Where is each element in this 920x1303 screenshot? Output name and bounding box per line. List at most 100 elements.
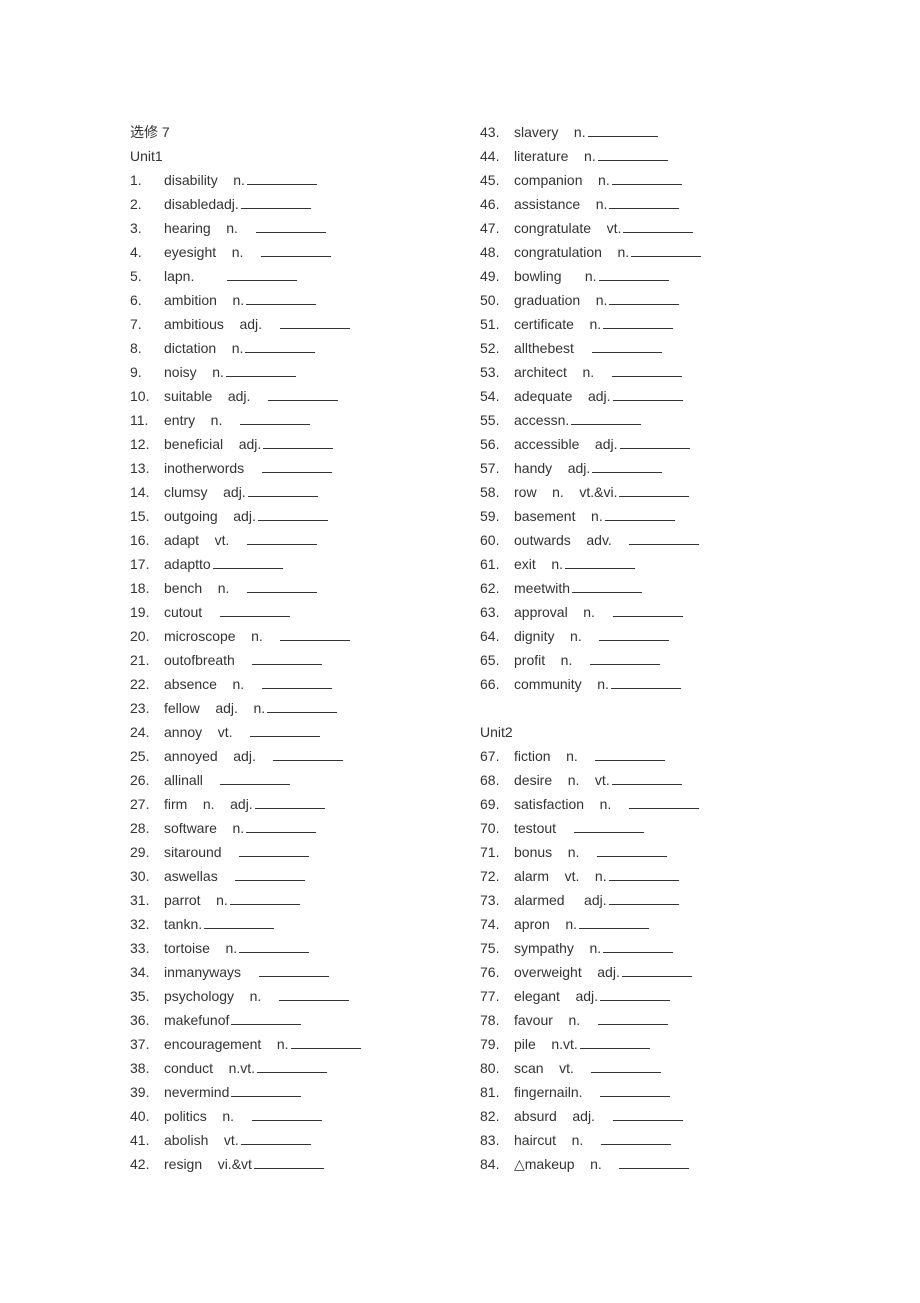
item-number: 35. bbox=[130, 984, 164, 1008]
answer-blank[interactable] bbox=[598, 147, 668, 161]
answer-blank[interactable] bbox=[612, 771, 682, 785]
answer-blank[interactable] bbox=[565, 555, 635, 569]
answer-blank[interactable] bbox=[240, 411, 310, 425]
answer-blank[interactable] bbox=[213, 555, 283, 569]
answer-blank[interactable] bbox=[235, 867, 305, 881]
answer-blank[interactable] bbox=[591, 1059, 661, 1073]
vocab-item: 5.lapn. bbox=[130, 264, 440, 288]
answer-blank[interactable] bbox=[231, 1011, 301, 1025]
answer-blank[interactable] bbox=[267, 699, 337, 713]
answer-blank[interactable] bbox=[262, 675, 332, 689]
vocab-item: 72.alarm vt. n. bbox=[480, 864, 790, 888]
answer-blank[interactable] bbox=[261, 243, 331, 257]
answer-blank[interactable] bbox=[252, 651, 322, 665]
answer-blank[interactable] bbox=[598, 1011, 668, 1025]
answer-blank[interactable] bbox=[245, 339, 315, 353]
answer-blank[interactable] bbox=[592, 339, 662, 353]
answer-blank[interactable] bbox=[250, 723, 320, 737]
answer-blank[interactable] bbox=[631, 243, 701, 257]
answer-blank[interactable] bbox=[613, 603, 683, 617]
answer-blank[interactable] bbox=[609, 867, 679, 881]
item-text: absurd adj. bbox=[514, 1104, 611, 1128]
answer-blank[interactable] bbox=[609, 195, 679, 209]
answer-blank[interactable] bbox=[572, 579, 642, 593]
answer-blank[interactable] bbox=[590, 651, 660, 665]
answer-blank[interactable] bbox=[226, 363, 296, 377]
answer-blank[interactable] bbox=[620, 435, 690, 449]
answer-blank[interactable] bbox=[622, 963, 692, 977]
answer-blank[interactable] bbox=[227, 267, 297, 281]
answer-blank[interactable] bbox=[592, 459, 662, 473]
answer-blank[interactable] bbox=[247, 579, 317, 593]
answer-blank[interactable] bbox=[248, 483, 318, 497]
answer-blank[interactable] bbox=[258, 507, 328, 521]
answer-blank[interactable] bbox=[600, 987, 670, 1001]
answer-blank[interactable] bbox=[241, 195, 311, 209]
item-number: 70. bbox=[480, 816, 514, 840]
answer-blank[interactable] bbox=[220, 771, 290, 785]
answer-blank[interactable] bbox=[571, 411, 641, 425]
item-text: testout bbox=[514, 816, 572, 840]
answer-blank[interactable] bbox=[220, 603, 290, 617]
answer-blank[interactable] bbox=[247, 531, 317, 545]
item-number: 14. bbox=[130, 480, 164, 504]
item-text: graduation n. bbox=[514, 288, 607, 312]
answer-blank[interactable] bbox=[609, 291, 679, 305]
answer-blank[interactable] bbox=[629, 795, 699, 809]
item-number: 4. bbox=[130, 240, 164, 264]
answer-blank[interactable] bbox=[613, 1107, 683, 1121]
answer-blank[interactable] bbox=[204, 915, 274, 929]
answer-blank[interactable] bbox=[599, 627, 669, 641]
answer-blank[interactable] bbox=[280, 627, 350, 641]
vocab-item: 66.community n. bbox=[480, 672, 790, 696]
answer-blank[interactable] bbox=[239, 939, 309, 953]
answer-blank[interactable] bbox=[246, 291, 316, 305]
answer-blank[interactable] bbox=[580, 1035, 650, 1049]
answer-blank[interactable] bbox=[611, 675, 681, 689]
answer-blank[interactable] bbox=[579, 915, 649, 929]
answer-blank[interactable] bbox=[273, 747, 343, 761]
item-text: dignity n. bbox=[514, 624, 597, 648]
answer-blank[interactable] bbox=[613, 387, 683, 401]
answer-blank[interactable] bbox=[254, 1155, 324, 1169]
answer-blank[interactable] bbox=[246, 819, 316, 833]
answer-blank[interactable] bbox=[231, 1083, 301, 1097]
answer-blank[interactable] bbox=[605, 507, 675, 521]
answer-blank[interactable] bbox=[623, 219, 693, 233]
answer-blank[interactable] bbox=[268, 387, 338, 401]
answer-blank[interactable] bbox=[262, 459, 332, 473]
item-number: 19. bbox=[130, 600, 164, 624]
answer-blank[interactable] bbox=[603, 315, 673, 329]
answer-blank[interactable] bbox=[247, 171, 317, 185]
answer-blank[interactable] bbox=[257, 1059, 327, 1073]
answer-blank[interactable] bbox=[279, 987, 349, 1001]
answer-blank[interactable] bbox=[629, 531, 699, 545]
vocab-item: 34.inmanyways bbox=[130, 960, 440, 984]
answer-blank[interactable] bbox=[252, 1107, 322, 1121]
answer-blank[interactable] bbox=[619, 483, 689, 497]
answer-blank[interactable] bbox=[588, 123, 658, 137]
answer-blank[interactable] bbox=[230, 891, 300, 905]
answer-blank[interactable] bbox=[255, 795, 325, 809]
answer-blank[interactable] bbox=[280, 315, 350, 329]
answer-blank[interactable] bbox=[619, 1155, 689, 1169]
answer-blank[interactable] bbox=[597, 843, 667, 857]
answer-blank[interactable] bbox=[574, 819, 644, 833]
answer-blank[interactable] bbox=[239, 843, 309, 857]
answer-blank[interactable] bbox=[291, 1035, 361, 1049]
answer-blank[interactable] bbox=[609, 891, 679, 905]
vocab-item: 81.fingernailn. bbox=[480, 1080, 790, 1104]
item-number: 7. bbox=[130, 312, 164, 336]
answer-blank[interactable] bbox=[595, 747, 665, 761]
answer-blank[interactable] bbox=[601, 1131, 671, 1145]
answer-blank[interactable] bbox=[612, 363, 682, 377]
answer-blank[interactable] bbox=[599, 267, 669, 281]
answer-blank[interactable] bbox=[241, 1131, 311, 1145]
answer-blank[interactable] bbox=[600, 1083, 670, 1097]
answer-blank[interactable] bbox=[256, 219, 326, 233]
answer-blank[interactable] bbox=[612, 171, 682, 185]
answer-blank[interactable] bbox=[263, 435, 333, 449]
item-number: 28. bbox=[130, 816, 164, 840]
answer-blank[interactable] bbox=[603, 939, 673, 953]
answer-blank[interactable] bbox=[259, 963, 329, 977]
